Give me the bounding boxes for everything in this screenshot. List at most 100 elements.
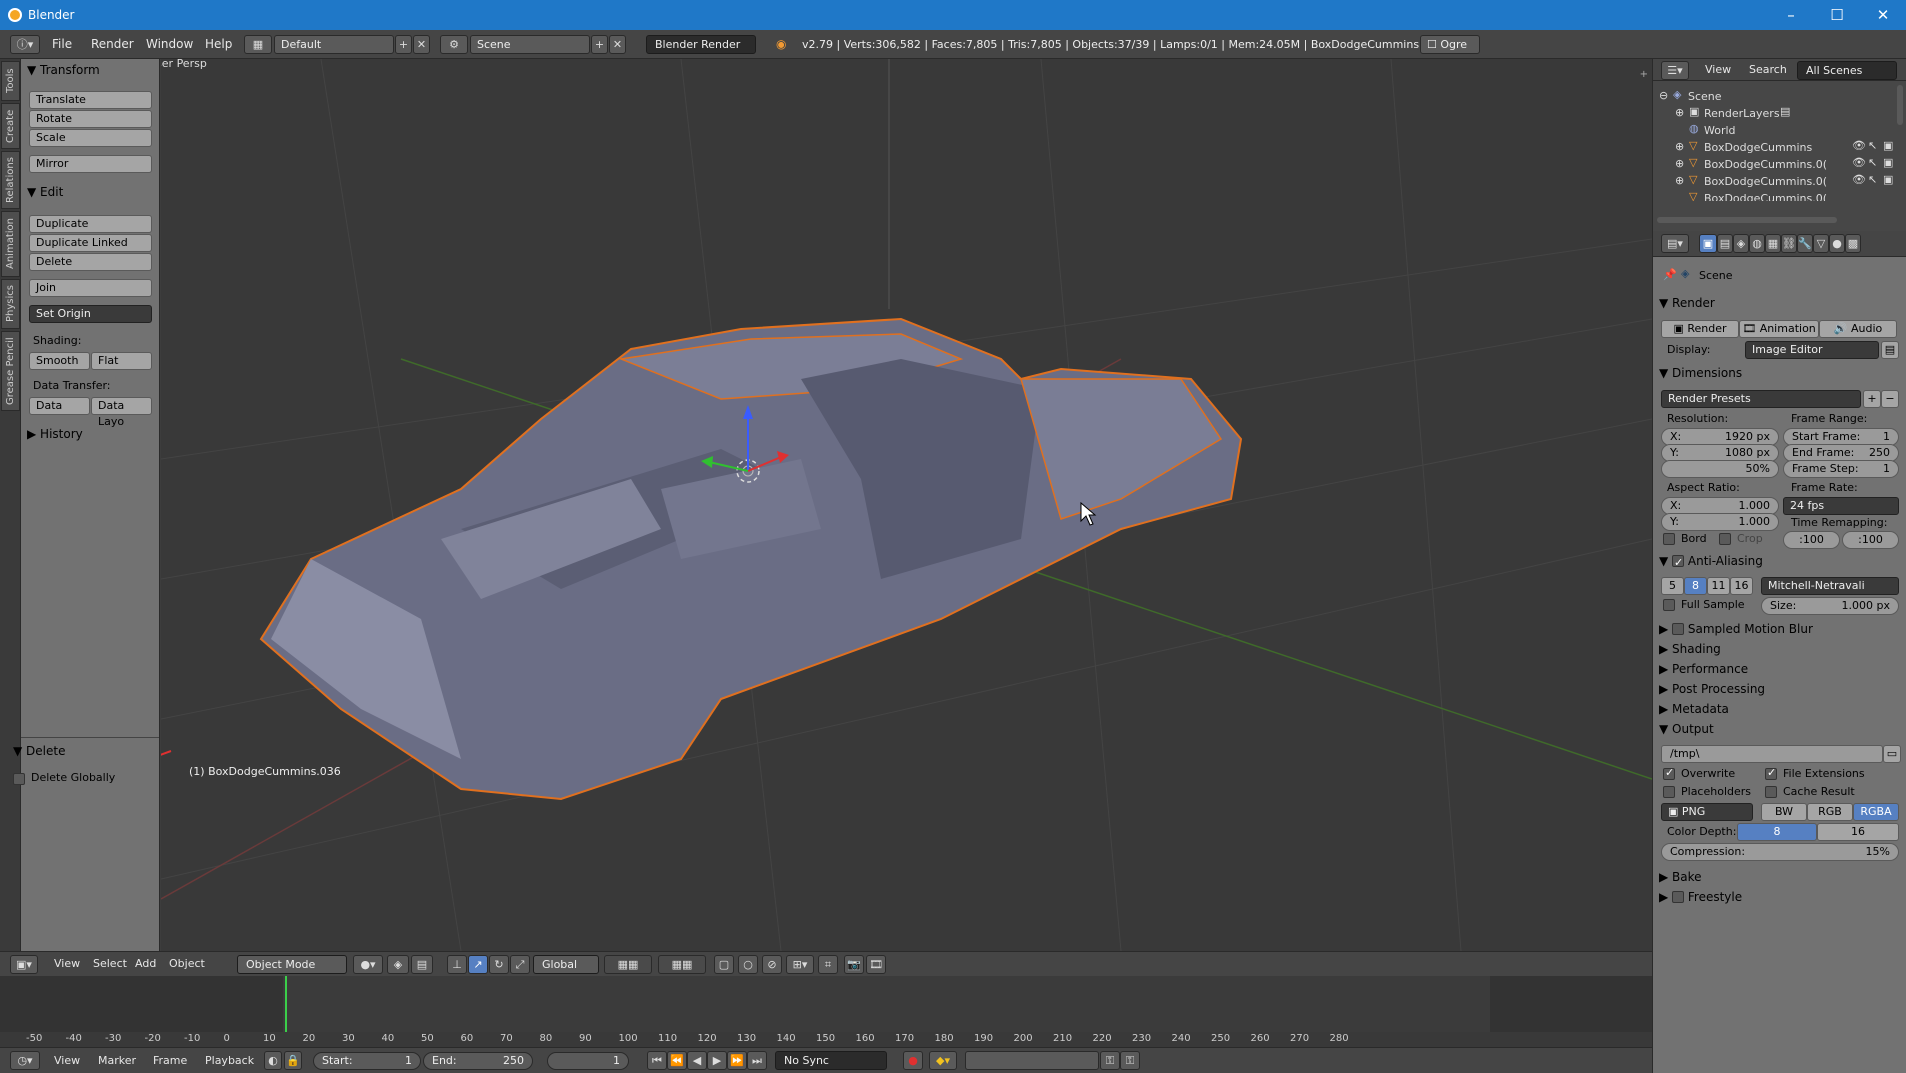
aa-panel-header[interactable]: ▼ Anti-Aliasing [1659, 551, 1901, 573]
editor-type-timeline-icon[interactable]: ◷▾ [10, 1051, 40, 1070]
object-tab-icon[interactable]: ▦ [1765, 234, 1781, 253]
aa-sample-5[interactable]: 5 [1661, 577, 1684, 595]
truck-model[interactable] [259, 317, 1243, 801]
overwrite-checkbox[interactable] [1663, 766, 1675, 780]
ogre-button[interactable]: ☐ Ogre [1420, 35, 1480, 54]
editor-type-3d-icon[interactable]: ▣▾ [10, 955, 38, 974]
render-camera-icon[interactable]: ▣ [1883, 139, 1893, 152]
frame-menu[interactable]: Frame [153, 1054, 187, 1067]
outliner-row-object[interactable]: ▽ BoxDodgeCummins.0( [1653, 189, 1906, 201]
outliner-search-menu[interactable]: Search [1749, 63, 1787, 76]
metadata-panel-header[interactable]: ▶ Metadata [1659, 699, 1901, 719]
tab-grease-pencil[interactable]: Grease Pencil [1, 331, 20, 411]
output-panel-header[interactable]: ▼ Output [1659, 719, 1901, 739]
duplicate-button[interactable]: Duplicate [29, 215, 152, 233]
aa-sample-11[interactable]: 11 [1707, 577, 1730, 595]
scene-add-icon[interactable]: + [591, 35, 608, 54]
color-rgb-button[interactable]: RGB [1807, 803, 1853, 821]
preset-remove-icon[interactable]: − [1881, 390, 1899, 408]
data-button[interactable]: Data [29, 397, 90, 415]
play-icon[interactable]: ▶ [707, 1051, 727, 1070]
mirror-button[interactable]: Mirror [29, 155, 152, 173]
animation-button[interactable]: 🎞 Animation [1739, 320, 1819, 338]
scene-remove-icon[interactable]: ✕ [609, 35, 626, 54]
history-panel-header[interactable]: ▶ History [27, 427, 83, 441]
minimize-icon[interactable]: – [1768, 0, 1814, 30]
play-reverse-icon[interactable]: ◀ [687, 1051, 707, 1070]
3d-viewport[interactable]: User Persp (1) BoxDodgeCummins.036 + [161, 59, 1652, 951]
start-frame-field[interactable]: Start: 1 [313, 1052, 421, 1070]
layers-display-icon[interactable]: ▤ [411, 955, 433, 974]
end-frame-field[interactable]: End: 250 [423, 1052, 533, 1070]
motion-blur-panel-header[interactable]: ▶ Sampled Motion Blur [1659, 619, 1901, 639]
material-tab-icon[interactable]: ● [1829, 234, 1845, 253]
orientation-select[interactable]: Global [533, 955, 599, 974]
lock-range-icon[interactable]: 🔒 [284, 1051, 302, 1070]
data-layout-button[interactable]: Data Layo [91, 397, 152, 428]
tab-physics[interactable]: Physics [1, 279, 20, 329]
full-sample-checkbox[interactable] [1663, 599, 1675, 611]
tab-create[interactable]: Create [1, 103, 20, 149]
scene-field[interactable]: Scene [470, 35, 590, 54]
outliner-vscrollbar[interactable] [1897, 85, 1903, 125]
render-panel-header[interactable]: ▼ Render [1659, 293, 1901, 313]
outliner-filter-select[interactable]: All Scenes [1797, 61, 1897, 80]
translate-manipulator-icon[interactable]: ↗ [468, 955, 488, 974]
scene-tab-icon[interactable]: ◈ [1733, 234, 1749, 253]
select-arrow-icon[interactable]: ↖ [1868, 139, 1877, 152]
preview-range-icon[interactable]: ◐ [264, 1051, 282, 1070]
current-frame-field[interactable]: 1 [547, 1052, 629, 1070]
res-percent-field[interactable]: 50% [1661, 460, 1779, 478]
color-rgba-button[interactable]: RGBA [1853, 803, 1899, 821]
view-menu[interactable]: View [54, 957, 80, 970]
delete-keyframe-icon[interactable]: ⚿ [1120, 1051, 1140, 1070]
eye-icon[interactable]: 👁 [1852, 173, 1866, 186]
object-menu[interactable]: Object [169, 957, 205, 970]
record-icon[interactable]: ● [903, 1051, 923, 1070]
constraints-tab-icon[interactable]: ⛓ [1781, 234, 1797, 253]
aa-filter-select[interactable]: Mitchell-Netravali [1761, 577, 1899, 595]
set-origin-select[interactable]: Set Origin [29, 305, 152, 323]
layout-grid-icon[interactable]: ▦ [244, 35, 272, 54]
layout-remove-icon[interactable]: ✕ [413, 35, 430, 54]
viewport-plus-icon[interactable]: + [1640, 69, 1648, 80]
outliner-hscrollbar[interactable] [1657, 217, 1837, 223]
frame-rate-select[interactable]: 24 fps [1783, 497, 1899, 515]
duplicate-linked-button[interactable]: Duplicate Linked [29, 234, 152, 252]
timeline-area[interactable]: -50 -40 -30 -20 -10 0 10 20 30 40 50 60 70 80 90 100 110… [0, 976, 1652, 1047]
viewport-shading-icon[interactable]: ●▾ [353, 955, 383, 974]
edit-panel-header[interactable]: ▼ Edit [27, 185, 63, 199]
color-bw-button[interactable]: BW [1761, 803, 1807, 821]
scale-manipulator-icon[interactable]: ⤢ [510, 955, 530, 974]
translate-button[interactable]: Translate [29, 91, 152, 109]
eye-icon[interactable]: 👁 [1852, 156, 1866, 169]
world-tab-icon[interactable]: ◍ [1749, 234, 1765, 253]
insert-keyframe-icon[interactable]: ⚿ [1100, 1051, 1120, 1070]
data-tab-icon[interactable]: ▽ [1813, 234, 1829, 253]
proportional-edit-icon[interactable]: ○ [738, 955, 758, 974]
color-depth-8-button[interactable]: 8 [1737, 823, 1817, 841]
aa-size-field[interactable]: Size: 1.000 px [1761, 597, 1899, 615]
output-path-field[interactable]: /tmp\ [1661, 745, 1883, 763]
expand-icon[interactable]: ⊕ [1675, 106, 1684, 119]
shading-panel-header[interactable]: ▶ Shading [1659, 639, 1901, 659]
render-camera-icon[interactable]: ▣ [1883, 173, 1893, 186]
menu-window[interactable]: Window [146, 37, 193, 51]
lock-layers-icon[interactable]: ▢ [714, 955, 734, 974]
folder-icon[interactable]: ▭ [1883, 745, 1901, 763]
audio-button[interactable]: 🔊 Audio [1819, 320, 1897, 338]
add-menu[interactable]: Add [135, 957, 156, 970]
layout-field[interactable]: Default [274, 35, 394, 54]
editor-type-info-icon[interactable]: ⓘ▾ [10, 35, 40, 54]
delete-operator-header[interactable]: ▼ Delete [13, 744, 65, 758]
jump-end-icon[interactable]: ⏭ [747, 1051, 767, 1070]
expand-icon[interactable]: ⊕ [1675, 157, 1684, 170]
marker-menu[interactable]: Marker [98, 1054, 136, 1067]
display-select[interactable]: Image Editor [1745, 341, 1879, 359]
file-extensions-checkbox[interactable] [1765, 766, 1777, 780]
select-menu[interactable]: Select [93, 957, 127, 970]
sync-select[interactable]: No Sync [775, 1051, 887, 1070]
expand-icon[interactable]: ⊖ [1659, 89, 1668, 102]
expand-icon[interactable]: ⊕ [1675, 174, 1684, 187]
manipulator-toggle-icon[interactable]: ⊥ [447, 955, 467, 974]
